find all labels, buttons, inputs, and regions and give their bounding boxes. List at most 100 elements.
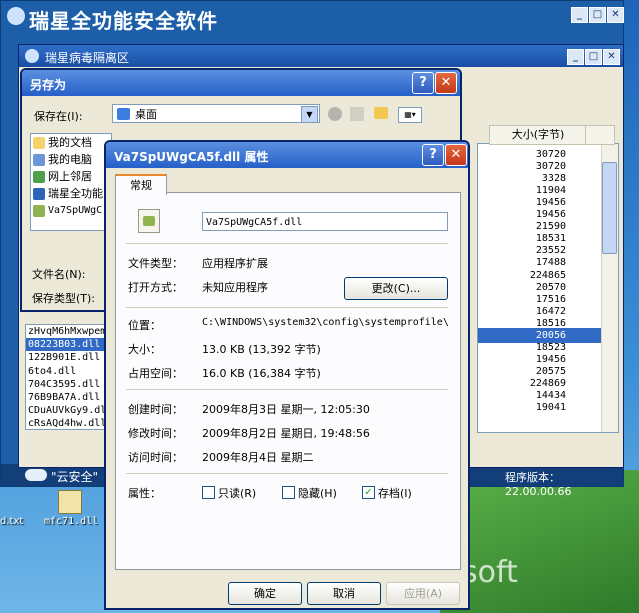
cloud-security-label[interactable]: "云安全": [51, 468, 98, 485]
file-type-value: 应用程序扩展: [202, 257, 268, 270]
tree-item-my-documents[interactable]: 我的文档: [31, 134, 111, 151]
properties-titlebar: Va7SpUWgCA5f.dll 属性 ? ✕: [106, 142, 468, 168]
tree-label: Va7SpUWgC: [48, 205, 103, 216]
change-button[interactable]: 更改(C)...: [344, 277, 448, 300]
new-folder-icon[interactable]: [374, 107, 388, 119]
main-window-title: 瑞星全功能安全软件: [29, 9, 218, 33]
save-as-close-button[interactable]: ✕: [435, 72, 457, 94]
chevron-down-icon[interactable]: ▼: [301, 106, 318, 123]
dll-file-icon: [138, 209, 160, 233]
list-scrollbar-thumb[interactable]: [602, 162, 617, 254]
location-value: C:\WINDOWS\system32\config\systemprofile…: [202, 317, 449, 328]
column-header-size[interactable]: 大小(字节): [489, 125, 587, 145]
view-menu-icon[interactable]: ▦▾: [398, 107, 422, 123]
attributes-label: 属性：: [128, 487, 161, 500]
location-label: 位置：: [128, 319, 161, 332]
cancel-button[interactable]: 取消: [307, 582, 381, 605]
ruixing-folder-icon: [33, 187, 45, 200]
list-item[interactable]: zHvqM6hMxwpem: [26, 325, 110, 338]
properties-help-button[interactable]: ?: [422, 144, 444, 166]
desktop-file-icon[interactable]: [58, 490, 82, 514]
tree-label: 瑞星全功能: [48, 187, 103, 200]
accessed-value: 2009年8月4日 星期二: [202, 451, 314, 464]
open-with-label: 打开方式：: [128, 281, 183, 294]
size-value: 13.0 KB (13,392 字节): [202, 343, 321, 356]
cloud-icon: [25, 469, 47, 481]
ruixing-logo-icon: [7, 7, 25, 25]
quarantine-close-button[interactable]: ✕: [603, 49, 620, 65]
list-item[interactable]: 704C3595.dll: [26, 378, 110, 391]
disk-size-value: 16.0 KB (16,384 字节): [202, 367, 321, 380]
quarantine-title: 瑞星病毒隔离区: [45, 51, 130, 65]
list-item[interactable]: CDuAUVkGy9.dll: [26, 404, 110, 417]
save-as-titlebar: 另存为 ? ✕: [22, 70, 460, 96]
quarantine-list[interactable]: 30720 30720 3328 11904 19456 19456 21590 18531 2…: [477, 143, 619, 433]
apply-button[interactable]: 应用(A): [386, 582, 460, 605]
size-label: 大小：: [128, 343, 161, 356]
tree-item-file[interactable]: Va7SpUWgC: [31, 202, 111, 219]
quarantine-titlebar: 瑞星病毒隔离区 _ □ ✕: [19, 45, 623, 67]
tree-item-ruixing[interactable]: 瑞星全功能: [31, 185, 111, 202]
readonly-label[interactable]: 只读(R): [218, 485, 256, 501]
list-item[interactable]: 76B9BA7A.dll: [26, 391, 110, 404]
my-documents-icon: [33, 136, 45, 149]
tree-label: 我的电脑: [48, 153, 92, 166]
quarantine-icon: [25, 49, 39, 63]
dll-file-icon: [33, 204, 45, 217]
filetype-label: 保存类型(T):: [32, 292, 96, 305]
quarantine-filename-list[interactable]: zHvqM6hMxwpem 08223B03.dll 122B901E.dll 6to…: [25, 324, 111, 430]
list-item[interactable]: 08223B03.dll: [26, 338, 110, 352]
main-maximize-button[interactable]: □: [589, 7, 606, 23]
tab-general[interactable]: 常规: [115, 174, 167, 195]
save-in-combobox[interactable]: 桌面 ▼: [112, 104, 320, 123]
accessed-label: 访问时间：: [128, 451, 183, 464]
list-item[interactable]: 122B901E.dll: [26, 351, 110, 364]
list-item[interactable]: 6to4.dll: [26, 365, 110, 378]
separator: [126, 243, 448, 244]
tree-label: 网上邻居: [48, 170, 92, 183]
properties-dialog: Va7SpUWgCA5f.dll 属性 ? ✕ 常规 Va7SpUWgCA5f.…: [104, 140, 470, 610]
hidden-checkbox[interactable]: [282, 486, 295, 499]
save-in-label: 保存在(I):: [34, 110, 83, 123]
readonly-checkbox[interactable]: [202, 486, 215, 499]
modified-value: 2009年8月2日 星期日, 19:48:56: [202, 427, 370, 440]
desktop-icon-label-txt[interactable]: d.txt: [0, 516, 23, 527]
save-as-help-button[interactable]: ?: [412, 72, 434, 94]
save-as-places-tree[interactable]: 我的文档 我的电脑 网上邻居 瑞星全功能 Va7SpUWgC: [30, 133, 112, 231]
disk-size-label: 占用空间：: [128, 367, 183, 380]
quarantine-maximize-button[interactable]: □: [585, 49, 602, 65]
created-value: 2009年8月3日 星期一, 12:05:30: [202, 403, 370, 416]
properties-general-panel: Va7SpUWgCA5f.dll 文件类型： 应用程序扩展 打开方式： 未知应用…: [115, 192, 461, 570]
quarantine-table-header: 大小(字节): [477, 125, 617, 145]
ok-button[interactable]: 确定: [228, 582, 302, 605]
program-version: 程序版本：22.00.00.66: [505, 471, 572, 498]
separator: [126, 389, 448, 390]
separator: [126, 473, 448, 474]
properties-close-button[interactable]: ✕: [445, 144, 467, 166]
tree-label: 我的文档: [48, 136, 92, 149]
main-minimize-button[interactable]: _: [571, 7, 588, 23]
main-close-button[interactable]: ✕: [607, 7, 624, 23]
archive-label[interactable]: 存档(I): [378, 485, 412, 501]
filename-label: 文件名(N):: [32, 268, 86, 281]
archive-checkbox[interactable]: ✓: [362, 486, 375, 499]
tree-item-my-computer[interactable]: 我的电脑: [31, 151, 111, 168]
hidden-label[interactable]: 隐藏(H): [298, 485, 337, 501]
save-in-value: 桌面: [135, 108, 157, 121]
column-header-extra[interactable]: [585, 125, 615, 145]
separator: [126, 307, 448, 308]
tree-item-network[interactable]: 网上邻居: [31, 168, 111, 185]
list-item[interactable]: cRsAQd4hw.dll: [26, 417, 110, 429]
my-computer-icon: [33, 153, 45, 166]
up-folder-icon[interactable]: [350, 107, 364, 121]
quarantine-minimize-button[interactable]: _: [567, 49, 584, 65]
back-icon[interactable]: [328, 107, 342, 121]
network-icon: [33, 170, 45, 183]
filename-field[interactable]: Va7SpUWgCA5f.dll: [202, 212, 448, 231]
modified-label: 修改时间：: [128, 427, 183, 440]
desktop-icon-label-dll[interactable]: mfc71.dll: [44, 516, 98, 527]
file-type-label: 文件类型：: [128, 257, 183, 270]
save-as-title: 另存为: [30, 78, 67, 92]
wallpaper-brand-text: soft: [462, 555, 518, 590]
size-cell[interactable]: 19041: [478, 400, 618, 415]
